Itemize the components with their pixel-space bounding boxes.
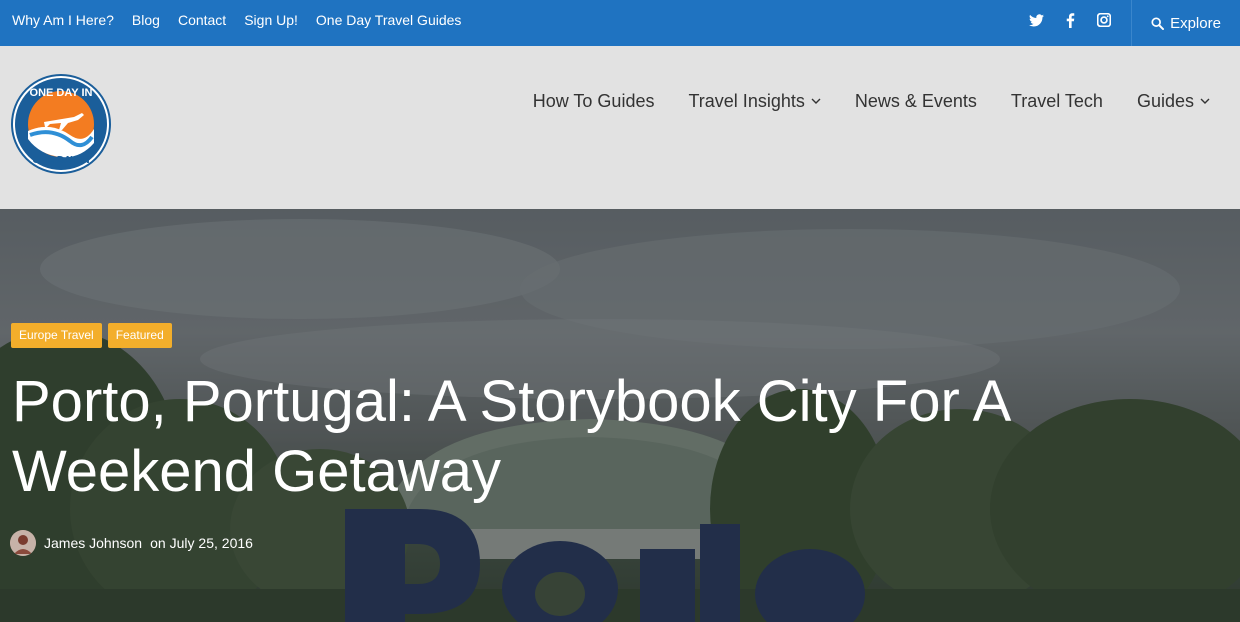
author-name[interactable]: James Johnson — [44, 535, 142, 551]
site-logo[interactable]: ONE DAY IN ONE DAY IN — [10, 73, 112, 175]
publish-date: July 25, 2016 — [169, 535, 253, 551]
twitter-icon[interactable] — [1028, 12, 1044, 28]
top-link-contact[interactable]: Contact — [178, 12, 226, 28]
tag-featured[interactable]: Featured — [107, 323, 172, 348]
nav-news-events[interactable]: News & Events — [855, 91, 977, 112]
tag-europe-travel[interactable]: Europe Travel — [11, 323, 102, 348]
nav-label: Guides — [1136, 90, 1194, 111]
top-link-one-day-travel-guides[interactable]: One Day Travel Guides — [316, 12, 462, 28]
instagram-icon[interactable] — [1096, 12, 1112, 28]
site-header: ONE DAY IN ONE DAY IN How To Guides Trav… — [0, 46, 1240, 209]
article-byline: James Johnson on July 25, 2016 — [10, 530, 253, 556]
article-title: Porto, Portugal: A Storybook City For A … — [12, 369, 1009, 504]
social-links — [1028, 0, 1112, 40]
nav-travel-tech[interactable]: Travel Tech — [1011, 91, 1103, 112]
nav-label: News & Events — [854, 90, 977, 111]
date-prefix: on — [150, 535, 166, 551]
logo-text-top: ONE DAY IN — [30, 87, 93, 99]
nav-label: Travel Insights — [688, 90, 805, 111]
nav-how-to-guides[interactable]: How To Guides — [533, 91, 655, 112]
chevron-down-icon — [811, 98, 821, 104]
author-avatar[interactable] — [10, 530, 36, 556]
top-nav: Why Am I Here? Blog Contact Sign Up! One… — [12, 0, 461, 40]
nav-label: Travel Tech — [1010, 90, 1103, 111]
explore-button[interactable]: Explore — [1131, 0, 1240, 46]
hero-banner: Europe Travel Featured Porto, Portugal: … — [0, 209, 1240, 622]
search-icon — [1151, 16, 1165, 30]
top-link-why-am-i-here[interactable]: Why Am I Here? — [12, 12, 114, 28]
nav-guides[interactable]: Guides — [1137, 91, 1210, 112]
top-link-sign-up[interactable]: Sign Up! — [244, 12, 298, 28]
chevron-down-icon — [1200, 98, 1210, 104]
logo-text-bottom: ONE DAY IN — [32, 155, 89, 166]
main-nav: How To Guides Travel Insights News & Eve… — [533, 46, 1210, 156]
article-tags: Europe Travel Featured — [11, 323, 172, 348]
nav-travel-insights[interactable]: Travel Insights — [688, 90, 821, 112]
top-bar: Why Am I Here? Blog Contact Sign Up! One… — [0, 0, 1240, 46]
explore-label: Explore — [1170, 14, 1221, 32]
facebook-icon[interactable] — [1062, 12, 1078, 28]
nav-label: How To Guides — [532, 90, 655, 111]
top-link-blog[interactable]: Blog — [132, 12, 160, 28]
